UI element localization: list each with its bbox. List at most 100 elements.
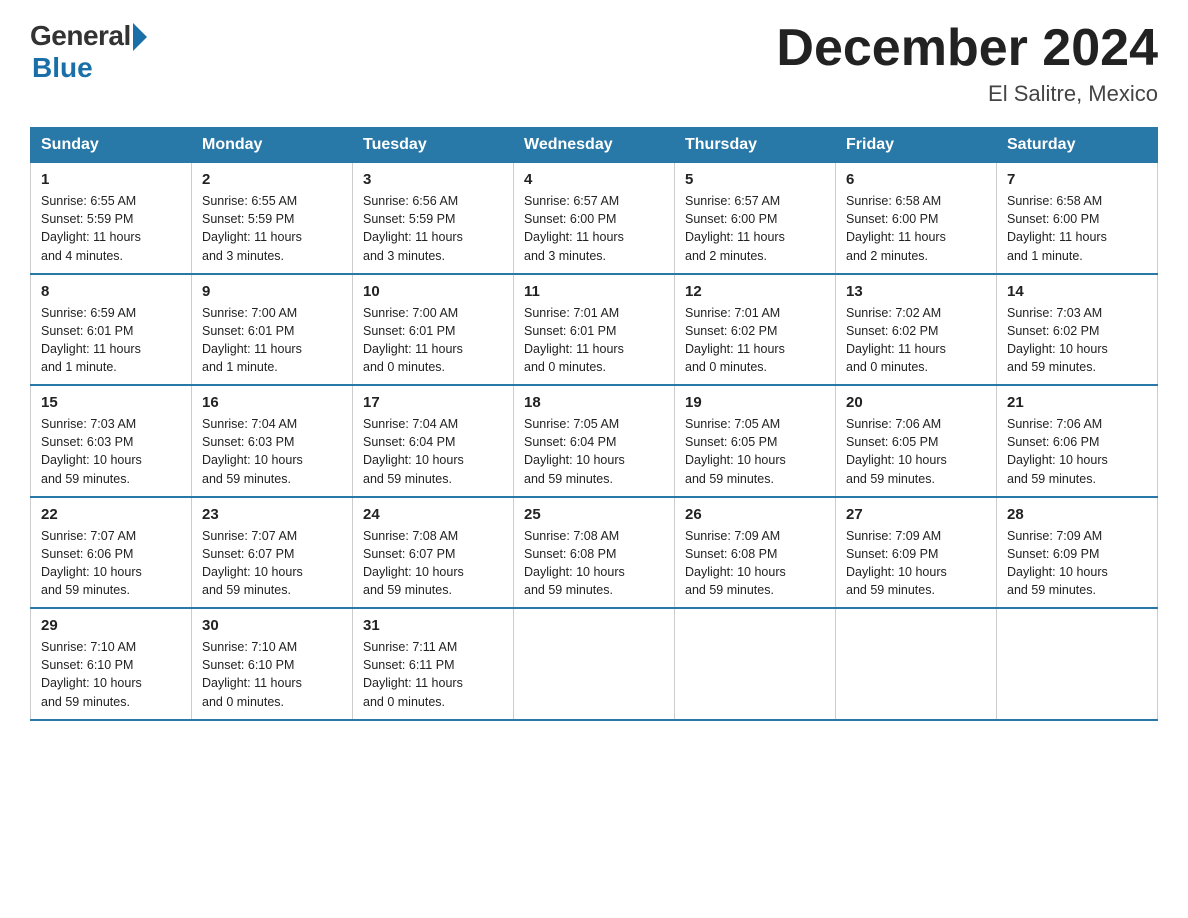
calendar-table: SundayMondayTuesdayWednesdayThursdayFrid… xyxy=(30,127,1158,721)
day-info: Sunrise: 7:09 AM Sunset: 6:08 PM Dayligh… xyxy=(685,527,825,600)
calendar-cell: 27 Sunrise: 7:09 AM Sunset: 6:09 PM Dayli… xyxy=(836,497,997,609)
day-number: 21 xyxy=(1007,394,1147,411)
calendar-cell: 5Sunrise: 6:57 AM Sunset: 6:00 PM Daylig… xyxy=(675,163,836,274)
day-number: 24 xyxy=(363,506,503,523)
day-number: 16 xyxy=(202,394,342,411)
day-info: Sunrise: 6:55 AM Sunset: 5:59 PM Dayligh… xyxy=(41,192,181,265)
logo: General Blue xyxy=(30,20,147,84)
day-number: 23 xyxy=(202,506,342,523)
calendar-header-row: SundayMondayTuesdayWednesdayThursdayFrid… xyxy=(31,128,1158,163)
calendar-cell xyxy=(675,608,836,720)
day-info: Sunrise: 7:02 AM Sunset: 6:02 PM Dayligh… xyxy=(846,304,986,377)
day-info: Sunrise: 7:03 AM Sunset: 6:03 PM Dayligh… xyxy=(41,415,181,488)
day-number: 11 xyxy=(524,283,664,300)
day-number: 15 xyxy=(41,394,181,411)
logo-general-text: General xyxy=(30,20,131,52)
calendar-cell: 16 Sunrise: 7:04 AM Sunset: 6:03 PM Dayli… xyxy=(192,385,353,497)
calendar-cell: 3Sunrise: 6:56 AM Sunset: 5:59 PM Daylig… xyxy=(353,163,514,274)
calendar-cell xyxy=(997,608,1158,720)
calendar-cell: 6Sunrise: 6:58 AM Sunset: 6:00 PM Daylig… xyxy=(836,163,997,274)
day-info: Sunrise: 7:10 AM Sunset: 6:10 PM Dayligh… xyxy=(41,638,181,711)
day-number: 20 xyxy=(846,394,986,411)
calendar-cell: 1 Sunrise: 6:55 AM Sunset: 5:59 PM Daylig… xyxy=(31,163,192,274)
day-info: Sunrise: 6:57 AM Sunset: 6:00 PM Dayligh… xyxy=(524,192,664,265)
calendar-cell: 14 Sunrise: 7:03 AM Sunset: 6:02 PM Dayli… xyxy=(997,274,1158,386)
page-header: General Blue December 2024 El Salitre, M… xyxy=(30,20,1158,107)
day-info: Sunrise: 7:01 AM Sunset: 6:02 PM Dayligh… xyxy=(685,304,825,377)
day-number: 12 xyxy=(685,283,825,300)
calendar-cell: 18 Sunrise: 7:05 AM Sunset: 6:04 PM Dayli… xyxy=(514,385,675,497)
day-info: Sunrise: 7:10 AM Sunset: 6:10 PM Dayligh… xyxy=(202,638,342,711)
calendar-cell: 24 Sunrise: 7:08 AM Sunset: 6:07 PM Dayli… xyxy=(353,497,514,609)
day-info: Sunrise: 7:06 AM Sunset: 6:05 PM Dayligh… xyxy=(846,415,986,488)
header-saturday: Saturday xyxy=(997,128,1158,163)
calendar-cell: 17Sunrise: 7:04 AM Sunset: 6:04 PM Dayli… xyxy=(353,385,514,497)
calendar-cell: 25 Sunrise: 7:08 AM Sunset: 6:08 PM Dayli… xyxy=(514,497,675,609)
day-info: Sunrise: 6:58 AM Sunset: 6:00 PM Dayligh… xyxy=(1007,192,1147,265)
day-number: 18 xyxy=(524,394,664,411)
day-number: 9 xyxy=(202,283,342,300)
header-wednesday: Wednesday xyxy=(514,128,675,163)
logo-triangle-icon xyxy=(133,23,147,51)
calendar-week-2: 8Sunrise: 6:59 AM Sunset: 6:01 PM Daylig… xyxy=(31,274,1158,386)
day-number: 25 xyxy=(524,506,664,523)
calendar-cell: 8Sunrise: 6:59 AM Sunset: 6:01 PM Daylig… xyxy=(31,274,192,386)
day-info: Sunrise: 7:08 AM Sunset: 6:08 PM Dayligh… xyxy=(524,527,664,600)
logo-blue-text: Blue xyxy=(32,52,93,84)
calendar-cell: 15 Sunrise: 7:03 AM Sunset: 6:03 PM Dayli… xyxy=(31,385,192,497)
calendar-cell: 11Sunrise: 7:01 AM Sunset: 6:01 PM Dayli… xyxy=(514,274,675,386)
calendar-cell: 7 Sunrise: 6:58 AM Sunset: 6:00 PM Daylig… xyxy=(997,163,1158,274)
header-thursday: Thursday xyxy=(675,128,836,163)
calendar-cell: 28Sunrise: 7:09 AM Sunset: 6:09 PM Dayli… xyxy=(997,497,1158,609)
calendar-cell: 9 Sunrise: 7:00 AM Sunset: 6:01 PM Daylig… xyxy=(192,274,353,386)
day-info: Sunrise: 6:55 AM Sunset: 5:59 PM Dayligh… xyxy=(202,192,342,265)
calendar-cell xyxy=(514,608,675,720)
day-number: 31 xyxy=(363,617,503,634)
title-area: December 2024 El Salitre, Mexico xyxy=(776,20,1158,107)
day-number: 13 xyxy=(846,283,986,300)
day-info: Sunrise: 7:03 AM Sunset: 6:02 PM Dayligh… xyxy=(1007,304,1147,377)
day-info: Sunrise: 7:09 AM Sunset: 6:09 PM Dayligh… xyxy=(1007,527,1147,600)
day-number: 2 xyxy=(202,171,342,188)
header-tuesday: Tuesday xyxy=(353,128,514,163)
day-number: 30 xyxy=(202,617,342,634)
day-number: 10 xyxy=(363,283,503,300)
day-info: Sunrise: 7:08 AM Sunset: 6:07 PM Dayligh… xyxy=(363,527,503,600)
calendar-cell: 29Sunrise: 7:10 AM Sunset: 6:10 PM Dayli… xyxy=(31,608,192,720)
day-number: 14 xyxy=(1007,283,1147,300)
day-number: 22 xyxy=(41,506,181,523)
header-sunday: Sunday xyxy=(31,128,192,163)
calendar-week-5: 29Sunrise: 7:10 AM Sunset: 6:10 PM Dayli… xyxy=(31,608,1158,720)
day-info: Sunrise: 7:00 AM Sunset: 6:01 PM Dayligh… xyxy=(202,304,342,377)
location-subtitle: El Salitre, Mexico xyxy=(776,81,1158,107)
day-info: Sunrise: 7:00 AM Sunset: 6:01 PM Dayligh… xyxy=(363,304,503,377)
day-number: 4 xyxy=(524,171,664,188)
calendar-cell: 22 Sunrise: 7:07 AM Sunset: 6:06 PM Dayli… xyxy=(31,497,192,609)
day-number: 7 xyxy=(1007,171,1147,188)
page-title: December 2024 xyxy=(776,20,1158,77)
header-friday: Friday xyxy=(836,128,997,163)
day-info: Sunrise: 7:05 AM Sunset: 6:04 PM Dayligh… xyxy=(524,415,664,488)
calendar-cell: 12 Sunrise: 7:01 AM Sunset: 6:02 PM Dayli… xyxy=(675,274,836,386)
day-number: 1 xyxy=(41,171,181,188)
day-info: Sunrise: 7:06 AM Sunset: 6:06 PM Dayligh… xyxy=(1007,415,1147,488)
calendar-cell: 21 Sunrise: 7:06 AM Sunset: 6:06 PM Dayli… xyxy=(997,385,1158,497)
day-number: 8 xyxy=(41,283,181,300)
calendar-cell: 31 Sunrise: 7:11 AM Sunset: 6:11 PM Dayli… xyxy=(353,608,514,720)
calendar-cell: 23Sunrise: 7:07 AM Sunset: 6:07 PM Dayli… xyxy=(192,497,353,609)
day-info: Sunrise: 7:11 AM Sunset: 6:11 PM Dayligh… xyxy=(363,638,503,711)
day-info: Sunrise: 7:07 AM Sunset: 6:06 PM Dayligh… xyxy=(41,527,181,600)
calendar-week-3: 15 Sunrise: 7:03 AM Sunset: 6:03 PM Dayli… xyxy=(31,385,1158,497)
day-number: 5 xyxy=(685,171,825,188)
day-number: 19 xyxy=(685,394,825,411)
day-number: 27 xyxy=(846,506,986,523)
day-info: Sunrise: 6:56 AM Sunset: 5:59 PM Dayligh… xyxy=(363,192,503,265)
calendar-cell: 26Sunrise: 7:09 AM Sunset: 6:08 PM Dayli… xyxy=(675,497,836,609)
day-info: Sunrise: 7:04 AM Sunset: 6:03 PM Dayligh… xyxy=(202,415,342,488)
header-monday: Monday xyxy=(192,128,353,163)
day-info: Sunrise: 7:04 AM Sunset: 6:04 PM Dayligh… xyxy=(363,415,503,488)
calendar-cell: 2 Sunrise: 6:55 AM Sunset: 5:59 PM Daylig… xyxy=(192,163,353,274)
calendar-cell: 4 Sunrise: 6:57 AM Sunset: 6:00 PM Daylig… xyxy=(514,163,675,274)
calendar-cell: 19Sunrise: 7:05 AM Sunset: 6:05 PM Dayli… xyxy=(675,385,836,497)
day-info: Sunrise: 7:09 AM Sunset: 6:09 PM Dayligh… xyxy=(846,527,986,600)
